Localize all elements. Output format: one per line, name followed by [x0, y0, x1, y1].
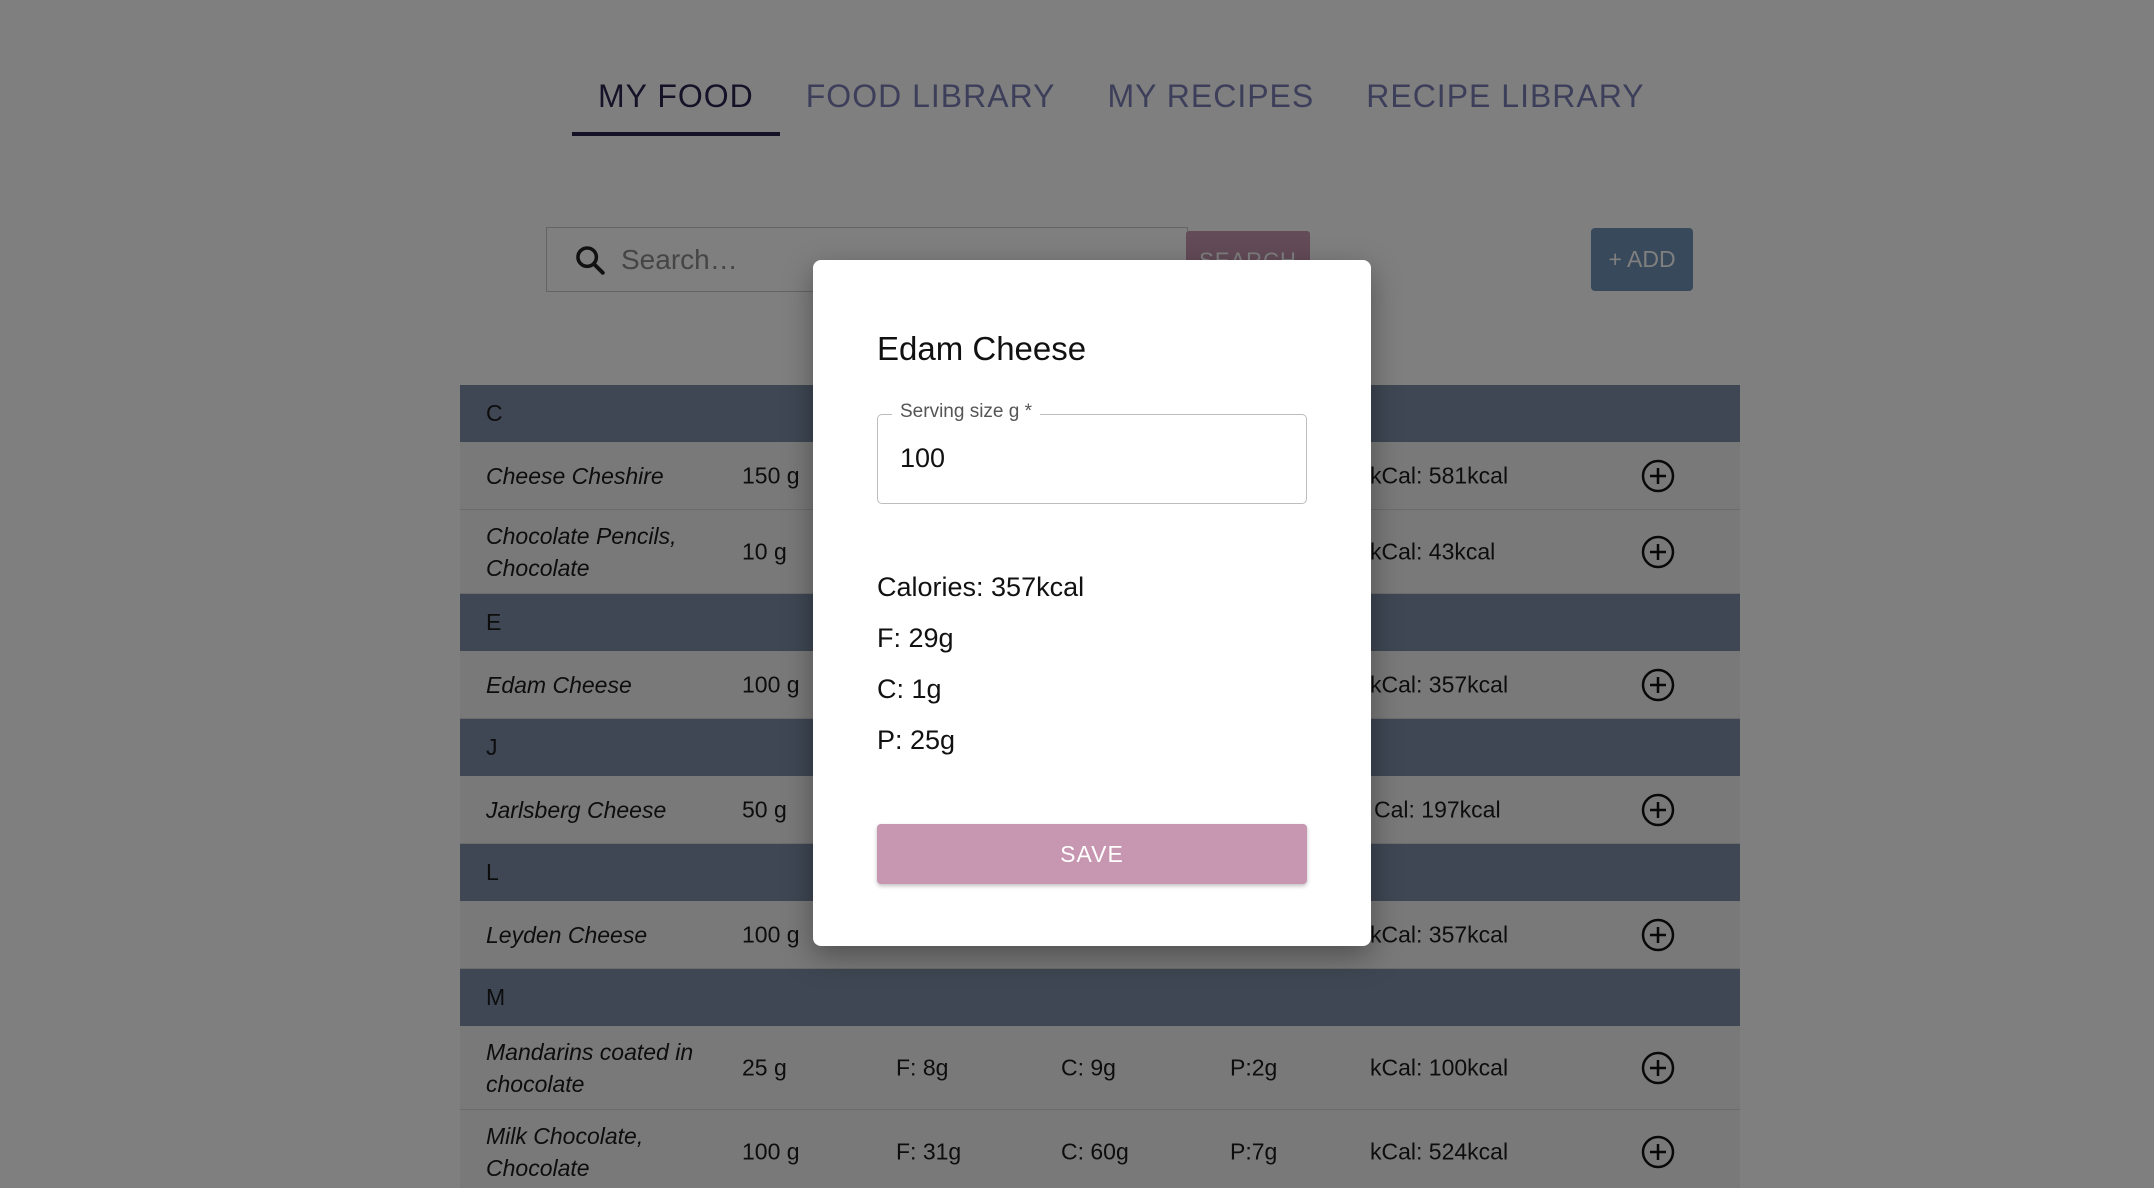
- serving-size-label: Serving size g *: [892, 401, 1041, 423]
- fat-text: F: 29g: [877, 623, 954, 653]
- serving-size-input[interactable]: [900, 443, 1280, 474]
- serving-size-field: Serving size g *: [877, 401, 1307, 504]
- protein-text: P: 25g: [877, 725, 956, 755]
- serving-dialog: Edam Cheese Serving size g * Calories: 3…: [813, 260, 1371, 946]
- dialog-title: Edam Cheese: [877, 330, 1087, 367]
- save-button[interactable]: SAVE: [877, 824, 1307, 884]
- carbs-text: C: 1g: [877, 674, 942, 704]
- food-page: MY FOOD FOOD LIBRARY MY RECIPES RECIPE L…: [0, 0, 2154, 1188]
- calories-text: Calories: 357kcal: [877, 572, 1085, 602]
